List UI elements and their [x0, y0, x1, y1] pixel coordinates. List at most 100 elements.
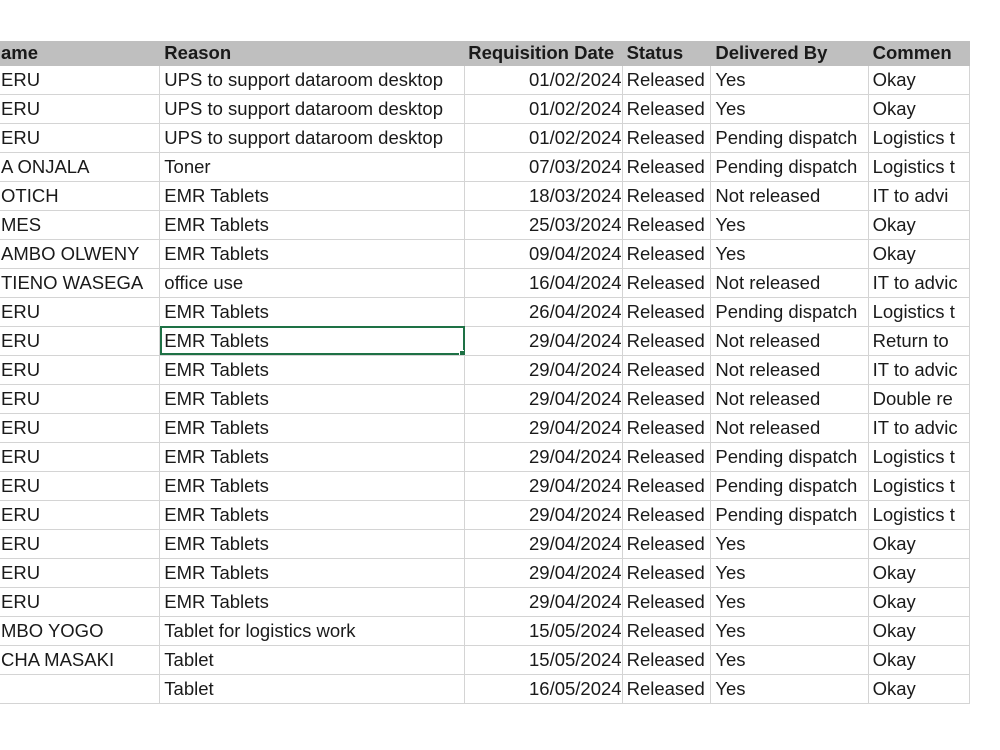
cell-status[interactable]: Released [622, 123, 712, 153]
cell-requisition-date[interactable]: 29/04/2024 [464, 471, 623, 501]
header-requisition-date[interactable]: Requisition Date [464, 41, 623, 66]
cell-reason[interactable]: Tablet [159, 674, 466, 704]
cell-status[interactable]: Released [622, 616, 712, 646]
cell-requisition-date[interactable]: 07/03/2024 [464, 152, 623, 182]
cell-delivered-by[interactable]: Not released [710, 326, 869, 356]
cell-requisition-date[interactable]: 29/04/2024 [464, 413, 623, 443]
cell-name[interactable] [0, 674, 161, 704]
cell-status[interactable]: Released [622, 384, 712, 414]
cell-status[interactable]: Released [622, 94, 712, 124]
cell-requisition-date[interactable]: 18/03/2024 [464, 181, 623, 211]
cell-comment[interactable]: Okay [868, 210, 971, 240]
cell-delivered-by[interactable]: Not released [710, 384, 869, 414]
cell-name[interactable]: ERU [0, 500, 161, 530]
cell-requisition-date[interactable]: 29/04/2024 [464, 442, 623, 472]
cell-status[interactable]: Released [622, 674, 712, 704]
cell-delivered-by[interactable]: Pending dispatch [710, 297, 869, 327]
cell-reason[interactable]: UPS to support dataroom desktop [159, 65, 466, 95]
cell-name[interactable]: ERU [0, 326, 161, 356]
cell-requisition-date[interactable]: 15/05/2024 [464, 616, 623, 646]
cell-reason[interactable]: EMR Tablets [159, 500, 466, 530]
cell-comment[interactable]: Okay [868, 65, 971, 95]
cell-status[interactable]: Released [622, 65, 712, 95]
cell-requisition-date[interactable]: 29/04/2024 [464, 384, 623, 414]
selected-cell[interactable]: EMR Tablets [159, 326, 466, 356]
cell-comment[interactable]: Okay [868, 558, 971, 588]
cell-comment[interactable]: IT to advic [868, 355, 971, 385]
cell-status[interactable]: Released [622, 181, 712, 211]
cell-name[interactable]: OTICH [0, 181, 161, 211]
cell-delivered-by[interactable]: Yes [710, 645, 869, 675]
cell-delivered-by[interactable]: Pending dispatch [710, 471, 869, 501]
cell-name[interactable]: ERU [0, 587, 161, 617]
cell-comment[interactable]: Return to [868, 326, 971, 356]
cell-reason[interactable]: EMR Tablets [159, 239, 466, 269]
cell-requisition-date[interactable]: 15/05/2024 [464, 645, 623, 675]
cell-delivered-by[interactable]: Yes [710, 529, 869, 559]
cell-name[interactable]: MBO YOGO [0, 616, 161, 646]
cell-delivered-by[interactable]: Yes [710, 587, 869, 617]
cell-name[interactable]: ERU [0, 297, 161, 327]
cell-delivered-by[interactable]: Pending dispatch [710, 500, 869, 530]
cell-status[interactable]: Released [622, 268, 712, 298]
cell-comment[interactable]: IT to advic [868, 268, 971, 298]
cell-name[interactable]: CHA MASAKI [0, 645, 161, 675]
cell-name[interactable]: AMBO OLWENY [0, 239, 161, 269]
cell-status[interactable]: Released [622, 471, 712, 501]
cell-name[interactable]: ERU [0, 471, 161, 501]
cell-requisition-date[interactable]: 26/04/2024 [464, 297, 623, 327]
cell-requisition-date[interactable]: 16/04/2024 [464, 268, 623, 298]
cell-reason[interactable]: EMR Tablets [159, 529, 466, 559]
cell-requisition-date[interactable]: 16/05/2024 [464, 674, 623, 704]
cell-comment[interactable]: Okay [868, 239, 971, 269]
cell-comment[interactable]: Okay [868, 529, 971, 559]
cell-status[interactable]: Released [622, 587, 712, 617]
cell-comment[interactable]: Okay [868, 94, 971, 124]
cell-requisition-date[interactable]: 01/02/2024 [464, 65, 623, 95]
cell-status[interactable]: Released [622, 413, 712, 443]
cell-comment[interactable]: Double re [868, 384, 971, 414]
cell-status[interactable]: Released [622, 297, 712, 327]
cell-delivered-by[interactable]: Yes [710, 94, 869, 124]
cell-reason[interactable]: Toner [159, 152, 466, 182]
cell-comment[interactable]: Logistics t [868, 442, 971, 472]
cell-requisition-date[interactable]: 01/02/2024 [464, 123, 623, 153]
cell-delivered-by[interactable]: Not released [710, 413, 869, 443]
cell-reason[interactable]: EMR Tablets [159, 355, 466, 385]
cell-name[interactable]: ERU [0, 65, 161, 95]
cell-requisition-date[interactable]: 29/04/2024 [464, 326, 623, 356]
header-delivered-by[interactable]: Delivered By [710, 41, 869, 66]
cell-name[interactable]: ERU [0, 355, 161, 385]
cell-comment[interactable]: Okay [868, 645, 971, 675]
cell-name[interactable]: MES [0, 210, 161, 240]
cell-reason[interactable]: Tablet [159, 645, 466, 675]
cell-comment[interactable]: Logistics t [868, 297, 971, 327]
cell-name[interactable]: TIENO WASEGA [0, 268, 161, 298]
cell-requisition-date[interactable]: 29/04/2024 [464, 558, 623, 588]
cell-name[interactable]: ERU [0, 413, 161, 443]
cell-status[interactable]: Released [622, 645, 712, 675]
cell-requisition-date[interactable]: 25/03/2024 [464, 210, 623, 240]
cell-status[interactable]: Released [622, 500, 712, 530]
cell-comment[interactable]: Logistics t [868, 123, 971, 153]
cell-delivered-by[interactable]: Pending dispatch [710, 152, 869, 182]
header-name[interactable]: ame [0, 41, 161, 66]
cell-delivered-by[interactable]: Yes [710, 674, 869, 704]
cell-delivered-by[interactable]: Pending dispatch [710, 442, 869, 472]
cell-delivered-by[interactable]: Yes [710, 616, 869, 646]
cell-comment[interactable]: Okay [868, 674, 971, 704]
cell-status[interactable]: Released [622, 239, 712, 269]
header-reason[interactable]: Reason [159, 41, 466, 66]
cell-delivered-by[interactable]: Yes [710, 239, 869, 269]
header-status[interactable]: Status [622, 41, 712, 66]
cell-reason[interactable]: UPS to support dataroom desktop [159, 94, 466, 124]
cell-requisition-date[interactable]: 29/04/2024 [464, 587, 623, 617]
cell-reason[interactable]: Tablet for logistics work [159, 616, 466, 646]
cell-delivered-by[interactable]: Yes [710, 65, 869, 95]
cell-name[interactable]: ERU [0, 442, 161, 472]
cell-delivered-by[interactable]: Not released [710, 181, 869, 211]
cell-status[interactable]: Released [622, 529, 712, 559]
cell-reason[interactable]: EMR Tablets [159, 384, 466, 414]
cell-delivered-by[interactable]: Not released [710, 268, 869, 298]
cell-comment[interactable]: Okay [868, 587, 971, 617]
